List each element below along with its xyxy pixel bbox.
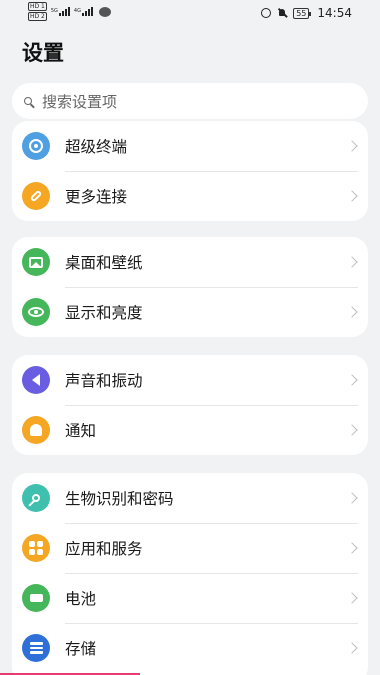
link-icon — [22, 182, 50, 210]
signal2-icon: 4G — [74, 6, 93, 16]
settings-item-notifications[interactable]: 通知 — [12, 405, 368, 455]
network1-label: 5G — [50, 8, 58, 14]
settings-item-label: 桌面和壁纸 — [65, 254, 143, 272]
page-title: 设置 — [22, 41, 64, 65]
battery-level: 55 — [293, 7, 312, 19]
settings-group-display: 桌面和壁纸 显示和亮度 — [12, 237, 368, 337]
search-bar[interactable]: 搜索设置项 — [12, 83, 368, 119]
settings-item-apps[interactable]: 应用和服务 — [12, 523, 368, 573]
chevron-right-icon — [346, 256, 358, 268]
eye-icon — [22, 298, 50, 326]
settings-item-label: 生物识别和密码 — [65, 490, 174, 508]
search-icon — [24, 97, 32, 105]
settings-screen: HD 1 HD 2 5G 4G 55 14:54 设置 搜索设置项 超级终端 更… — [0, 0, 380, 675]
network2-label: 4G — [73, 8, 81, 14]
bell-icon — [22, 416, 50, 444]
settings-group-system: 生物识别和密码 应用和服务 电池 存储 — [12, 473, 368, 675]
super-device-icon — [22, 132, 50, 160]
chevron-right-icon — [346, 592, 358, 604]
storage-icon — [22, 634, 50, 662]
status-right: 55 14:54 — [261, 6, 352, 20]
battery-icon — [22, 584, 50, 612]
sim-indicators: HD 1 HD 2 — [28, 2, 47, 21]
settings-item-super-device[interactable]: 超级终端 — [12, 121, 368, 171]
wechat-notification-icon — [98, 7, 111, 17]
settings-group-connectivity: 超级终端 更多连接 — [12, 121, 368, 221]
chevron-right-icon — [346, 140, 358, 152]
key-icon — [22, 484, 50, 512]
settings-item-more-connections[interactable]: 更多连接 — [12, 171, 368, 221]
status-left: HD 1 HD 2 5G 4G — [28, 2, 111, 21]
settings-item-wallpaper[interactable]: 桌面和壁纸 — [12, 237, 368, 287]
chevron-right-icon — [346, 190, 358, 202]
settings-item-label: 通知 — [65, 422, 97, 440]
wallpaper-icon — [22, 248, 50, 276]
settings-item-label: 声音和振动 — [65, 372, 143, 390]
mute-icon — [277, 8, 287, 18]
speaker-icon — [22, 366, 50, 394]
chevron-right-icon — [346, 542, 358, 554]
settings-item-label: 更多连接 — [65, 188, 128, 206]
chevron-right-icon — [346, 306, 358, 318]
settings-item-biometrics[interactable]: 生物识别和密码 — [12, 473, 368, 523]
alarm-icon — [261, 8, 272, 18]
apps-icon — [22, 534, 50, 562]
chevron-right-icon — [346, 492, 358, 504]
settings-item-label: 显示和亮度 — [65, 304, 143, 322]
settings-item-label: 电池 — [65, 590, 97, 608]
settings-item-label: 存储 — [65, 640, 97, 658]
settings-item-label: 超级终端 — [65, 138, 128, 156]
sim2-badge: HD 2 — [28, 12, 47, 21]
settings-item-storage[interactable]: 存储 — [12, 623, 368, 673]
sim1-badge: HD 1 — [28, 2, 47, 11]
status-bar: HD 1 HD 2 5G 4G 55 14:54 — [0, 0, 380, 26]
settings-item-display[interactable]: 显示和亮度 — [12, 287, 368, 337]
settings-item-label: 应用和服务 — [65, 540, 143, 558]
settings-item-battery[interactable]: 电池 — [12, 573, 368, 623]
chevron-right-icon — [346, 424, 358, 436]
signal1-icon: 5G — [51, 6, 70, 16]
clock: 14:54 — [317, 6, 352, 20]
settings-group-sound: 声音和振动 通知 — [12, 355, 368, 455]
chevron-right-icon — [346, 642, 358, 654]
chevron-right-icon — [346, 374, 358, 386]
settings-item-sound[interactable]: 声音和振动 — [12, 355, 368, 405]
search-placeholder: 搜索设置项 — [42, 92, 118, 111]
